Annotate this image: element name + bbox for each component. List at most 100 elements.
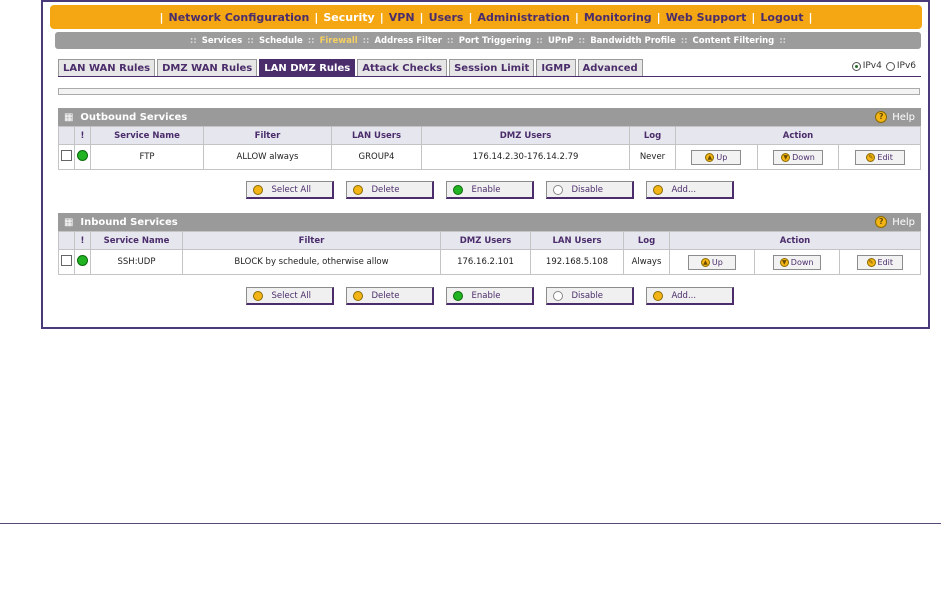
delete-icon (352, 184, 363, 195)
check-icon (252, 290, 263, 301)
ipv4-radio[interactable] (851, 61, 861, 71)
firewall-tabs: LAN WAN Rules DMZ WAN Rules LAN DMZ Rule… (58, 59, 645, 77)
subnav-port-triggering[interactable]: Port Triggering (455, 36, 535, 46)
up-button[interactable]: ▲ Up (687, 254, 736, 270)
lan-users-cell: GROUP4 (331, 144, 422, 170)
inbound-disable-button[interactable]: Disable (545, 287, 634, 305)
pencil-icon: ✎ (866, 257, 876, 267)
service-name-cell: SSH:UDP (90, 249, 183, 275)
edit-button[interactable]: ✎ Edit (854, 149, 905, 165)
table-row: FTP ALLOW always GROUP4 176.14.2.30-176.… (58, 144, 921, 170)
outbound-services-title: Outbound Services (80, 111, 188, 123)
help-icon: ? (875, 111, 888, 123)
filter-column-header: Filter (182, 231, 441, 250)
nav-network-configuration[interactable]: Network Configuration (164, 11, 315, 24)
ip-version-selector: IPv4 IPv6 (848, 61, 916, 71)
dmz-users-column-header: DMZ Users (421, 126, 630, 145)
service-name-cell: FTP (90, 144, 204, 170)
ipv6-radio[interactable] (885, 61, 895, 71)
enable-icon (452, 290, 463, 301)
log-cell: Never (629, 144, 676, 170)
inbound-help-link[interactable]: ? Help (875, 216, 915, 228)
security-subnavigation: :: Services:: Schedule:: Firewall:: Addr… (55, 32, 921, 49)
down-arrow-icon: ▼ (781, 152, 791, 162)
down-button[interactable]: ▼ Down (772, 149, 823, 165)
row-checkbox[interactable] (61, 255, 72, 266)
check-icon (252, 184, 263, 195)
outbound-add-button[interactable]: Add... (645, 181, 734, 199)
service-name-column-header: Service Name (90, 126, 204, 145)
filter-cell: ALLOW always (203, 144, 332, 170)
outbound-delete-button[interactable]: Delete (345, 181, 434, 199)
nav-web-support[interactable]: Web Support (661, 11, 752, 24)
tab-advanced[interactable]: Advanced (577, 59, 643, 77)
log-column-header: Log (623, 231, 670, 250)
nav-administration[interactable]: Administration (473, 11, 575, 24)
page-divider (0, 523, 941, 524)
inbound-add-button[interactable]: Add... (645, 287, 734, 305)
status-enabled-icon (77, 150, 88, 161)
row-checkbox[interactable] (61, 150, 72, 161)
lan-users-column-header: LAN Users (530, 231, 624, 250)
enable-icon (452, 184, 463, 195)
status-enabled-icon (77, 255, 88, 266)
status-column-header: ! (74, 126, 91, 145)
outbound-disable-button[interactable]: Disable (545, 181, 634, 199)
outbound-select-all-button[interactable]: Select All (245, 181, 334, 199)
filter-cell: BLOCK by schedule, otherwise allow (182, 249, 441, 275)
nav-logout[interactable]: Logout (755, 11, 808, 24)
ipv4-label: IPv4 (862, 61, 882, 71)
outbound-enable-button[interactable]: Enable (445, 181, 534, 199)
tab-underline (58, 76, 921, 77)
dmz-users-cell: 176.16.2.101 (440, 249, 531, 275)
tab-attack-checks[interactable]: Attack Checks (357, 59, 448, 77)
inbound-services-title: Inbound Services (80, 216, 178, 228)
tab-lan-dmz-rules[interactable]: LAN DMZ Rules (259, 59, 356, 77)
nav-monitoring[interactable]: Monitoring (579, 11, 657, 24)
outbound-services-section: ▦ Outbound Services ? Help ! Service Name… (58, 108, 921, 199)
tab-lan-wan-rules[interactable]: LAN WAN Rules (58, 59, 156, 77)
subnav-content-filtering[interactable]: Content Filtering (689, 36, 779, 46)
top-navigation: | Network Configuration | Security | VPN | … (50, 5, 922, 29)
inbound-button-row: Select All Delete Enable Disable Add... (58, 287, 921, 305)
router-admin-panel: | Network Configuration | Security | VPN | … (41, 0, 930, 329)
tab-dmz-wan-rules[interactable]: DMZ WAN Rules (157, 59, 258, 77)
subnav-schedule[interactable]: Schedule (255, 36, 307, 46)
outbound-help-link[interactable]: ? Help (875, 111, 915, 123)
lan-users-cell: 192.168.5.108 (530, 249, 624, 275)
disable-icon (552, 290, 563, 301)
tab-igmp[interactable]: IGMP (536, 59, 576, 77)
nav-users[interactable]: Users (424, 11, 469, 24)
tab-session-limit[interactable]: Session Limit (449, 59, 535, 77)
add-icon (652, 290, 663, 301)
lan-users-column-header: LAN Users (331, 126, 422, 145)
status-column-header: ! (74, 231, 91, 250)
add-icon (652, 184, 663, 195)
inbound-select-all-button[interactable]: Select All (245, 287, 334, 305)
up-arrow-icon: ▲ (700, 257, 710, 267)
inbound-enable-button[interactable]: Enable (445, 287, 534, 305)
pencil-icon: ✎ (866, 152, 876, 162)
subnav-services[interactable]: Services (198, 36, 246, 46)
up-button[interactable]: ▲ Up (691, 149, 742, 165)
subnav-address-filter[interactable]: Address Filter (370, 36, 445, 46)
table-row: SSH:UDP BLOCK by schedule, otherwise all… (58, 249, 922, 275)
edit-button[interactable]: ✎ Edit (856, 254, 903, 270)
subnav-bandwidth-profile[interactable]: Bandwidth Profile (586, 36, 680, 46)
nav-security[interactable]: Security (318, 11, 379, 24)
log-cell: Always (623, 249, 670, 275)
inbound-services-header: ▦ Inbound Services ? Help (58, 213, 921, 231)
outbound-services-table: ! Service Name Filter LAN Users DMZ User… (58, 126, 921, 170)
filter-column-header: Filter (203, 126, 332, 145)
nav-vpn[interactable]: VPN (384, 11, 420, 24)
dmz-users-cell: 176.14.2.30-176.14.2.79 (421, 144, 630, 170)
status-bar (58, 88, 920, 95)
up-arrow-icon: ▲ (705, 152, 715, 162)
down-button[interactable]: ▼ Down (772, 254, 821, 270)
inbound-delete-button[interactable]: Delete (345, 287, 434, 305)
outbound-services-header: ▦ Outbound Services ? Help (58, 108, 921, 126)
subnav-upnp[interactable]: UPnP (544, 36, 577, 46)
service-name-column-header: Service Name (90, 231, 183, 250)
subnav-firewall[interactable]: Firewall (316, 36, 362, 46)
outbound-button-row: Select All Delete Enable Disable Add... (58, 181, 921, 199)
